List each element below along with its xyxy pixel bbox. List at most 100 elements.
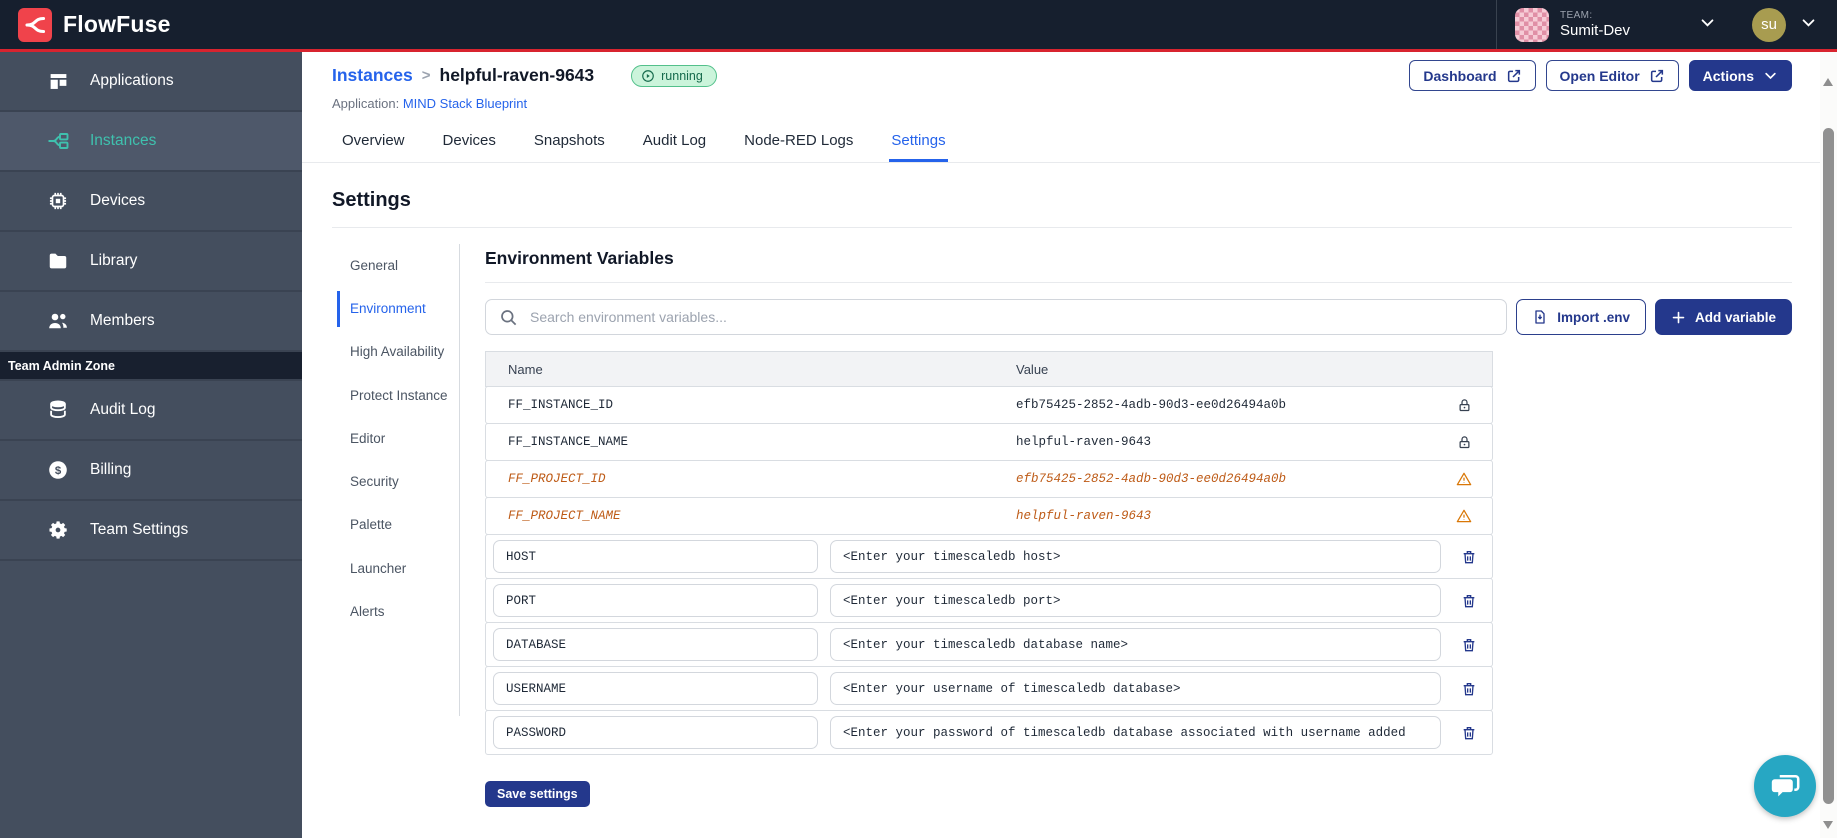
- sidebar-item-applications[interactable]: Applications: [0, 52, 302, 112]
- column-header-value: Value: [1016, 361, 1049, 377]
- environment-variables-panel: Environment Variables Import .env: [460, 244, 1792, 807]
- subnav-general[interactable]: General: [337, 248, 449, 284]
- tab-overview[interactable]: Overview: [340, 126, 407, 162]
- table-row: FF_INSTANCE_ID efb75425-2852-4adb-90d3-e…: [485, 386, 1493, 424]
- instance-tabs: Overview Devices Snapshots Audit Log Nod…: [302, 126, 1820, 163]
- save-settings-button[interactable]: Save settings: [485, 781, 590, 807]
- team-label: TEAM:: [1559, 10, 1593, 22]
- subnav-security[interactable]: Security: [337, 464, 449, 500]
- sidebar-item-instances[interactable]: Instances: [0, 112, 302, 172]
- import-env-button[interactable]: Import .env: [1516, 299, 1646, 335]
- search-icon: [499, 308, 518, 327]
- env-value-input[interactable]: [830, 540, 1441, 573]
- team-selector[interactable]: TEAM: Sumit-Dev: [1495, 0, 1734, 49]
- tab-audit-log[interactable]: Audit Log: [641, 126, 708, 162]
- subnav-protect-instance[interactable]: Protect Instance: [337, 378, 449, 414]
- tab-node-red-logs[interactable]: Node-RED Logs: [742, 126, 855, 162]
- status-badge: running: [631, 64, 717, 87]
- scrollbar-thumb[interactable]: [1823, 128, 1834, 804]
- env-name: FF_INSTANCE_ID: [508, 398, 614, 412]
- sidebar-item-label: Library: [90, 252, 138, 269]
- sidebar-item-members[interactable]: Members: [0, 292, 302, 352]
- main-content: Instances > helpful-raven-9643 running D…: [302, 52, 1820, 838]
- env-name-input[interactable]: [493, 628, 818, 661]
- user-menu[interactable]: su: [1734, 7, 1821, 42]
- add-variable-button[interactable]: Add variable: [1654, 299, 1792, 335]
- sidebar-item-label: Instances: [90, 132, 157, 149]
- subnav-high-availability[interactable]: High Availability: [337, 334, 449, 370]
- flowfuse-app: FlowFuse TEAM: Sumit-Dev su Applications…: [0, 0, 1837, 838]
- sidebar-item-audit-log[interactable]: Audit Log: [0, 381, 302, 441]
- subnav-environment[interactable]: Environment: [337, 291, 449, 328]
- lock-icon: [1436, 435, 1492, 450]
- env-value-input[interactable]: [830, 584, 1441, 617]
- chat-widget-button[interactable]: [1754, 755, 1816, 817]
- dashboard-button-label: Dashboard: [1423, 67, 1497, 84]
- gear-icon: [46, 518, 70, 542]
- dashboard-button[interactable]: Dashboard: [1409, 60, 1536, 91]
- actions-button[interactable]: Actions: [1688, 60, 1792, 91]
- env-name-input[interactable]: [493, 672, 818, 705]
- table-row: [485, 534, 1493, 579]
- table-row: FF_INSTANCE_NAME helpful-raven-9643: [485, 423, 1493, 461]
- tab-devices[interactable]: Devices: [441, 126, 498, 162]
- search-input[interactable]: [528, 308, 1494, 326]
- scrollbar-down-arrow[interactable]: [1823, 821, 1833, 829]
- application-link[interactable]: MIND Stack Blueprint: [403, 96, 527, 111]
- table-header: Name Value: [485, 351, 1493, 387]
- breadcrumb-instances-link[interactable]: Instances: [332, 65, 413, 86]
- chat-icon: [1767, 768, 1803, 804]
- subnav-launcher[interactable]: Launcher: [337, 551, 449, 587]
- env-name-input[interactable]: [493, 716, 818, 749]
- trash-icon[interactable]: [1453, 637, 1485, 653]
- env-value-input[interactable]: [830, 628, 1441, 661]
- subnav-alerts[interactable]: Alerts: [337, 594, 449, 630]
- env-value: helpful-raven-9643: [1016, 509, 1152, 523]
- application-label: Application:: [332, 96, 400, 111]
- sidebar-item-library[interactable]: Library: [0, 232, 302, 292]
- env-name: FF_INSTANCE_NAME: [508, 435, 629, 449]
- env-name-input[interactable]: [493, 540, 818, 573]
- env-value-input[interactable]: [830, 672, 1441, 705]
- trash-icon[interactable]: [1453, 681, 1485, 697]
- devices-icon: [46, 189, 70, 213]
- instance-header: Instances > helpful-raven-9643 running D…: [302, 52, 1820, 111]
- trash-icon[interactable]: [1453, 549, 1485, 565]
- table-row: [485, 666, 1493, 711]
- sidebar-item-team-settings[interactable]: Team Settings: [0, 501, 302, 561]
- sidebar-item-devices[interactable]: Devices: [0, 172, 302, 232]
- env-name-input[interactable]: [493, 584, 818, 617]
- import-env-label: Import .env: [1557, 309, 1630, 325]
- brand-name: FlowFuse: [63, 11, 171, 37]
- flowfuse-logo[interactable]: FlowFuse: [18, 7, 171, 42]
- trash-icon[interactable]: [1453, 725, 1485, 741]
- warning-icon: [1436, 471, 1492, 487]
- tab-settings[interactable]: Settings: [889, 126, 948, 162]
- subnav-editor[interactable]: Editor: [337, 421, 449, 457]
- env-variables-table: Name Value FF_INSTANCE_ID efb75425-2852-…: [485, 351, 1493, 755]
- open-editor-button[interactable]: Open Editor: [1545, 60, 1679, 91]
- env-value: efb75425-2852-4adb-90d3-ee0d26494a0b: [1016, 398, 1287, 412]
- tab-snapshots[interactable]: Snapshots: [532, 126, 607, 162]
- subnav-palette[interactable]: Palette: [337, 507, 449, 543]
- table-row: FF_PROJECT_ID efb75425-2852-4adb-90d3-ee…: [485, 460, 1493, 498]
- sidebar-item-label: Team Settings: [90, 521, 189, 538]
- audit-log-icon: [46, 398, 70, 422]
- settings-subnav: General Environment High Availability Pr…: [337, 244, 449, 807]
- sidebar-item-label: Members: [90, 312, 155, 329]
- env-value-input[interactable]: [830, 716, 1441, 749]
- sidebar-item-label: Billing: [90, 461, 132, 478]
- sidebar-item-billing[interactable]: $ Billing: [0, 441, 302, 501]
- scrollbar-up-arrow[interactable]: [1823, 78, 1833, 86]
- applications-icon: [46, 69, 70, 93]
- team-name: Sumit-Dev: [1559, 21, 1630, 39]
- env-search: [485, 299, 1508, 335]
- trash-icon[interactable]: [1453, 593, 1485, 609]
- section-title: Environment Variables: [485, 244, 1792, 283]
- actions-button-label: Actions: [1702, 67, 1754, 84]
- open-editor-button-label: Open Editor: [1559, 67, 1640, 84]
- sidebar-item-label: Audit Log: [90, 401, 156, 418]
- external-link-icon: [1649, 68, 1665, 84]
- add-variable-label: Add variable: [1694, 309, 1776, 325]
- settings-title: Settings: [332, 189, 1792, 228]
